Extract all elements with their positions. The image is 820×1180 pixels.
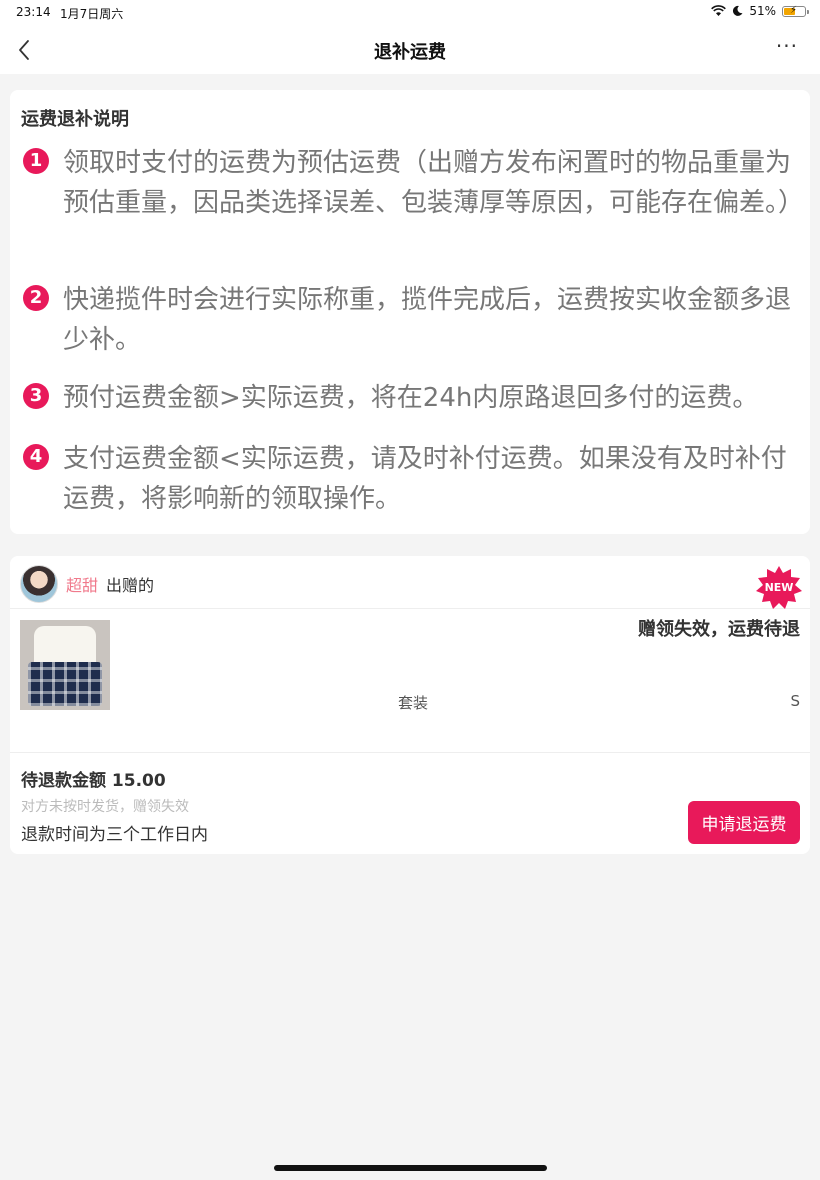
charging-icon: ⚡ (790, 4, 798, 16)
home-indicator[interactable] (274, 1165, 547, 1171)
shipping-refund-explanation-card: 运费退补说明 1 领取时支付的运费为预估运费（出赠方发布闲置时的物品重量为预估重… (10, 90, 810, 534)
giver-name[interactable]: 超甜 (66, 572, 98, 596)
product-size: S (790, 692, 800, 710)
status-date: 1月7日周六 (60, 7, 124, 21)
more-icon[interactable]: ··· (776, 34, 798, 58)
new-badge-text: NEW (764, 581, 794, 594)
rule-text: 快递揽件时会进行实际称重，揽件完成后，运费按实收金额多退少补。 (63, 285, 792, 355)
product-name: 套装 (398, 694, 429, 712)
rule-number-badge: 1 (23, 148, 49, 174)
status-time: 23:14 (16, 5, 51, 19)
avatar[interactable] (20, 565, 58, 603)
nav-bar: 退补运费 ··· (0, 26, 820, 74)
product-image-top (34, 626, 96, 666)
rule-number-badge: 3 (23, 383, 49, 409)
order-status: 赠领失效，运费待退 (638, 619, 800, 640)
rule-number-badge: 2 (23, 285, 49, 311)
battery-icon: ⚡ (782, 4, 809, 17)
page-title: 退补运费 (374, 42, 446, 63)
product-image[interactable] (20, 620, 110, 710)
refund-reason: 对方未按时发货，赠领失效 (21, 799, 189, 815)
refund-amount: 待退款金额 15.00 (21, 771, 166, 791)
moon-icon (733, 5, 743, 16)
rule-text: 预付运费金额>实际运费，将在24h内原路退回多付的运费。 (63, 383, 759, 413)
wifi-icon (711, 5, 727, 16)
divider (10, 752, 810, 753)
rule-text: 领取时支付的运费为预估运费（出赠方发布闲置时的物品重量为预估重量，因品类选择误差… (63, 148, 805, 218)
giver-suffix: 出赠的 (106, 576, 155, 595)
product-image-skirt (28, 662, 102, 706)
explanation-title: 运费退补说明 (21, 109, 129, 130)
refund-time-note: 退款时间为三个工作日内 (21, 825, 208, 845)
rule-text: 支付运费金额<实际运费，请及时补付运费。如果没有及时补付运费，将影响新的领取操作… (63, 444, 787, 514)
rule-number-badge: 4 (23, 444, 49, 470)
gift-order-card: 超甜 出赠的 NEW 赠领失效，运费待退 套装 S 待退款金额 15.00 对方… (10, 556, 810, 854)
status-bar: 23:14 1月7日周六 51% ⚡ (0, 0, 820, 26)
status-right: 51% ⚡ (711, 4, 809, 18)
battery-percent: 51% (749, 4, 776, 18)
order-header: 超甜 出赠的 (10, 556, 810, 609)
apply-refund-button[interactable]: 申请退运费 (688, 801, 800, 844)
new-badge: NEW (756, 566, 802, 610)
